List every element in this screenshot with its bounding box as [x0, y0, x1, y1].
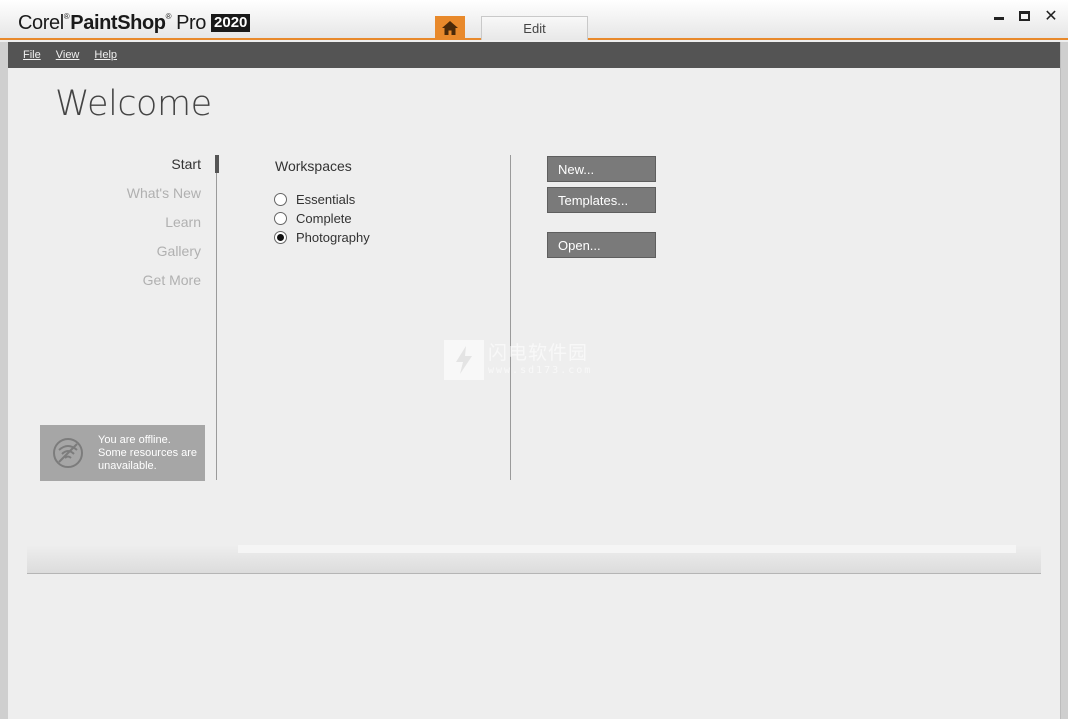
no-wifi-icon	[40, 425, 96, 481]
radio-complete[interactable]	[274, 212, 287, 225]
radio-photography[interactable]	[274, 231, 287, 244]
offline-line-2: Some resources are	[98, 446, 198, 459]
nav-item-gallery[interactable]: Gallery	[60, 241, 201, 270]
radio-essentials[interactable]	[274, 193, 287, 206]
workspaces-radio-group: Essentials Complete Photography	[274, 190, 370, 247]
close-button[interactable]: ✕	[1042, 8, 1060, 24]
brand-pro: Pro	[176, 11, 207, 34]
welcome-nav: Start What's New Learn Gallery Get More	[60, 154, 201, 299]
bottom-strip-highlight	[238, 545, 1016, 553]
new-button[interactable]: New...	[547, 156, 656, 182]
lightning-icon	[444, 340, 484, 380]
workspace-label: Complete	[296, 211, 352, 226]
menu-bar: File View Help	[8, 42, 1060, 68]
workspaces-heading: Workspaces	[275, 158, 352, 174]
nav-item-learn[interactable]: Learn	[60, 212, 201, 241]
content-divider	[510, 155, 511, 480]
workspace-option-essentials[interactable]: Essentials	[274, 190, 370, 209]
nav-item-whats-new[interactable]: What's New	[60, 183, 201, 212]
watermark-url: www.sd173.com	[488, 365, 593, 376]
brand-year: 2020	[211, 14, 251, 32]
workspace-label: Photography	[296, 230, 370, 245]
title-bar: Corel ® PaintShop ® Pro 2020 Edit ✕	[0, 0, 1068, 40]
tab-edit-label: Edit	[523, 21, 546, 36]
menu-view[interactable]: View	[56, 49, 80, 61]
nav-active-indicator	[215, 155, 219, 173]
tab-edit[interactable]: Edit	[481, 16, 588, 40]
window-border-right	[1060, 42, 1068, 719]
offline-message: You are offline. Some resources are unav…	[98, 434, 197, 473]
maximize-icon	[1018, 11, 1030, 21]
page-title: Welcome	[55, 84, 212, 124]
menu-file[interactable]: File	[23, 49, 41, 61]
minimize-icon	[994, 16, 1004, 20]
open-button[interactable]: Open...	[547, 232, 656, 258]
offline-line-1: You are offline.	[98, 433, 171, 446]
home-tab[interactable]	[435, 16, 465, 40]
workspace-option-photography[interactable]: Photography	[274, 228, 370, 247]
offline-line-3: unavailable.	[98, 459, 157, 472]
templates-button[interactable]: Templates...	[547, 187, 656, 213]
nav-item-get-more[interactable]: Get More	[60, 270, 201, 299]
nav-divider	[216, 155, 217, 480]
window-border-left	[0, 42, 8, 719]
watermark-text: 闪电软件园	[488, 342, 589, 364]
workspace-label: Essentials	[296, 192, 356, 207]
menu-help[interactable]: Help	[94, 49, 117, 61]
home-icon	[442, 21, 458, 35]
watermark: 闪电软件园 www.sd173.com	[444, 340, 592, 380]
app-logo: Corel ® PaintShop ® Pro 2020	[18, 10, 251, 36]
close-icon: ✕	[1044, 6, 1058, 25]
minimize-button[interactable]	[990, 8, 1008, 24]
nav-item-start[interactable]: Start	[60, 154, 201, 183]
brand-paintshop: PaintShop	[70, 11, 166, 34]
brand-corel: Corel	[18, 11, 64, 34]
offline-notice: You are offline. Some resources are unav…	[40, 425, 205, 481]
workspace-option-complete[interactable]: Complete	[274, 209, 370, 228]
maximize-button[interactable]	[1015, 8, 1033, 24]
